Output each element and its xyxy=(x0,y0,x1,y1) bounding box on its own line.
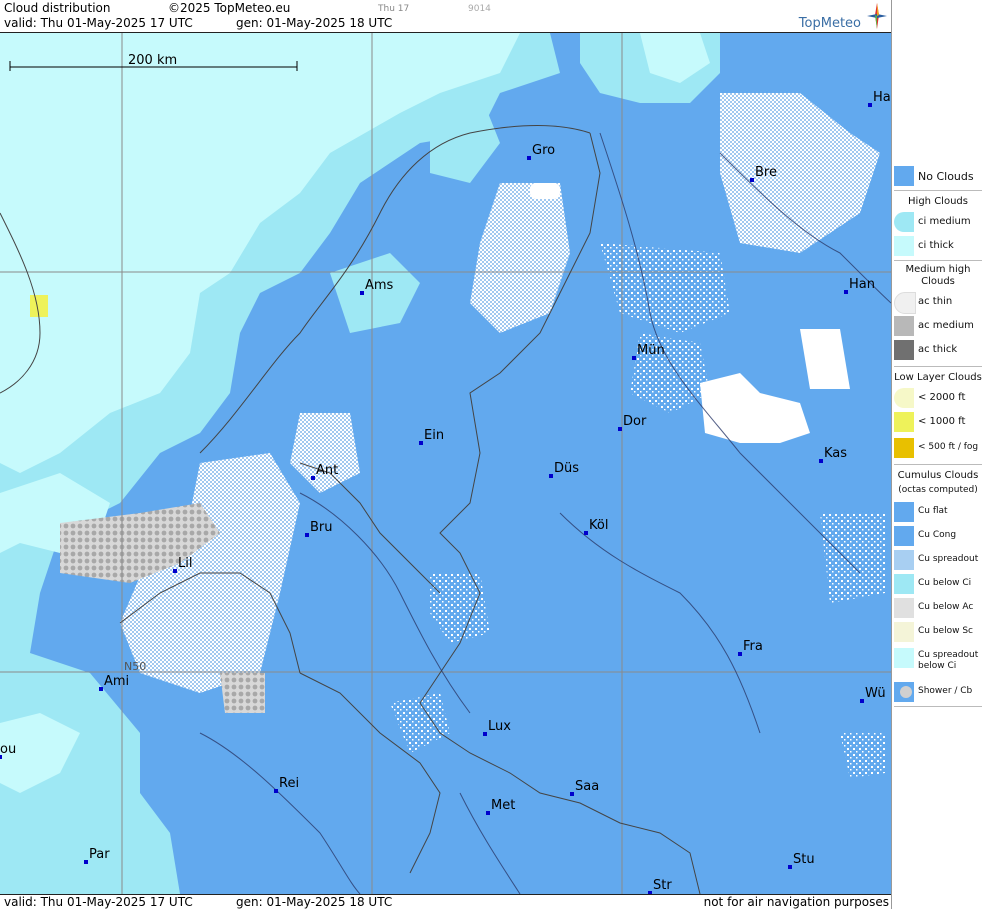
city-marker-icon xyxy=(549,474,553,478)
city-marker-icon xyxy=(274,789,278,793)
city-label: Han xyxy=(849,277,875,292)
city-ou: ou xyxy=(0,742,16,759)
city-marker-icon xyxy=(632,356,636,360)
city-marker-icon xyxy=(84,860,88,864)
city-marker-icon xyxy=(527,156,531,160)
city-label: Bre xyxy=(755,165,777,180)
gen-time: gen: 01-May-2025 18 UTC xyxy=(236,16,393,30)
city-marker-icon xyxy=(788,865,792,869)
city-label: Ha xyxy=(873,90,891,105)
latitude-label: N50 xyxy=(124,660,146,673)
map-title: Cloud distribution xyxy=(4,1,111,15)
city-label: Rei xyxy=(279,776,299,791)
city-bru: Bru xyxy=(305,520,333,537)
copyright: ©2025 TopMeteo.eu xyxy=(168,1,291,15)
city-label: Ein xyxy=(424,428,444,443)
city-saa: Saa xyxy=(570,779,599,796)
city-label: Stu xyxy=(793,852,815,867)
city-marker-icon xyxy=(419,441,423,445)
footer-gen: gen: 01-May-2025 18 UTC xyxy=(236,895,393,909)
legend-cu-cong: Cu Cong xyxy=(892,526,983,548)
legend-cu-below-ac: Cu below Ac xyxy=(892,598,983,620)
valid-time: valid: Thu 01-May-2025 17 UTC xyxy=(4,16,193,30)
legend-no-clouds: No Clouds xyxy=(892,166,983,188)
city-marker-icon xyxy=(99,687,103,691)
city-marker-icon xyxy=(819,459,823,463)
city-marker-icon xyxy=(173,569,177,573)
city-marker-icon xyxy=(868,103,872,107)
no-clouds-swatch xyxy=(894,166,914,186)
city-kas: Kas xyxy=(819,446,847,463)
city-ant: Ant xyxy=(311,463,338,480)
legend-cu-spreadout: Cu spreadout xyxy=(892,550,983,572)
city-marker-icon xyxy=(844,290,848,294)
legend-shower: Shower / Cb xyxy=(892,682,983,704)
city-label: Lil xyxy=(178,556,192,571)
time-small: Thu 17 xyxy=(378,4,410,14)
legend-ac-medium: ac medium xyxy=(892,316,983,338)
city-dor: Dor xyxy=(618,414,647,431)
city-marker-icon xyxy=(750,178,754,182)
city-ami: Ami xyxy=(99,674,129,691)
city-marker-icon xyxy=(305,533,309,537)
city-label: Met xyxy=(491,798,515,813)
city-label: Ami xyxy=(104,674,129,689)
legend-cu-below-sc: Cu below Sc xyxy=(892,622,983,644)
city-bre: Bre xyxy=(750,165,777,182)
city-marker-icon xyxy=(483,732,487,736)
legend-ci-medium: ci medium xyxy=(892,212,983,234)
city-lux: Lux xyxy=(483,719,511,736)
city-marker-icon xyxy=(486,811,490,815)
cloud-map-canvas[interactable]: 200 km N50 Gro Bre Ha Ams Han Mün Dor Ein Ant Düs… xyxy=(0,33,891,894)
city-label: Par xyxy=(89,847,110,862)
map-header: Cloud distribution ©2025 TopMeteo.eu Thu… xyxy=(0,0,891,33)
city-marker-icon xyxy=(570,792,574,796)
legend-ac-thick: ac thick xyxy=(892,340,983,362)
city-label: Saa xyxy=(575,779,599,794)
disclaimer: not for air navigation purposes xyxy=(703,895,889,909)
footer-valid: valid: Thu 01-May-2025 17 UTC xyxy=(4,895,193,909)
city-label: Dor xyxy=(623,414,647,429)
city-label: Str xyxy=(653,878,672,893)
city-label: Gro xyxy=(532,143,555,158)
legend-panel: No Clouds High Clouds ci medium ci thick… xyxy=(891,0,983,909)
city-gro: Gro xyxy=(527,143,555,160)
city-marker-icon xyxy=(860,699,864,703)
city-label: Ant xyxy=(316,463,338,478)
cloud-map[interactable]: 200 km N50 Gro Bre Ha Ams Han Mün Dor Ein Ant Düs… xyxy=(0,33,891,894)
legend-low-2000: < 2000 ft xyxy=(892,388,983,410)
city-label: Kas xyxy=(824,446,847,461)
map-footer: valid: Thu 01-May-2025 17 UTC gen: 01-Ma… xyxy=(0,894,891,910)
city-marker-icon xyxy=(360,291,364,295)
legend-cu-below-ci: Cu below Ci xyxy=(892,574,983,596)
city-label: Lux xyxy=(488,719,511,734)
city-label: Ams xyxy=(365,278,394,293)
city-düs: Düs xyxy=(549,461,579,478)
city-label: ou xyxy=(0,742,16,757)
city-label: Köl xyxy=(589,518,608,533)
city-met: Met xyxy=(486,798,515,815)
legend-ac-thin: ac thin xyxy=(892,292,983,314)
compass-logo-icon xyxy=(867,3,887,29)
city-label: Düs xyxy=(554,461,579,476)
city-marker-icon xyxy=(618,427,622,431)
legend-cu-spreadout-below-ci: Cu spreadout below Ci xyxy=(892,648,983,674)
city-marker-icon xyxy=(584,531,588,535)
legend-low-500: < 500 ft / fog xyxy=(892,438,983,460)
legend-ci-thick: ci thick xyxy=(892,236,983,258)
code-small: 9014 xyxy=(468,4,491,14)
city-marker-icon xyxy=(738,652,742,656)
scale-label: 200 km xyxy=(128,53,177,68)
city-ams: Ams xyxy=(360,278,394,295)
legend-low-1000: < 1000 ft xyxy=(892,412,983,434)
city-label: Mün xyxy=(637,343,665,358)
brand-logo-text: TopMeteo xyxy=(798,16,861,31)
legend-cu-flat: Cu flat xyxy=(892,502,983,524)
city-han: Han xyxy=(844,277,875,294)
city-label: Bru xyxy=(310,520,333,535)
city-label: Fra xyxy=(743,639,763,654)
city-mün: Mün xyxy=(632,343,665,360)
city-marker-icon xyxy=(311,476,315,480)
city-label: Wü xyxy=(865,686,886,701)
